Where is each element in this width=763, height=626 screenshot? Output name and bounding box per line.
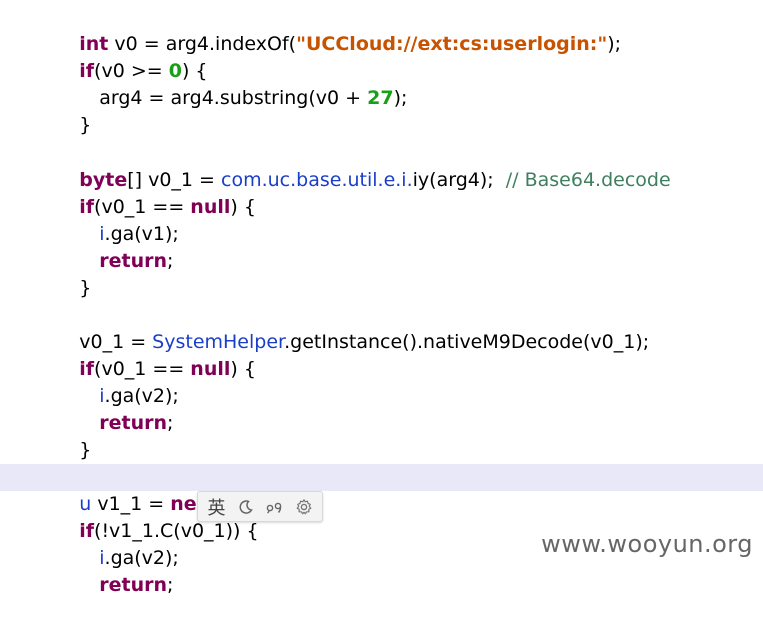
code-line: if(v0_1 == null) {	[0, 329, 763, 380]
code-token: }	[79, 114, 92, 136]
code-line: return;	[0, 383, 763, 434]
code-line: int v0 = arg4.indexOf("UCCloud://ext:cs:…	[0, 4, 763, 55]
code-line: if(v0_1 == null) {	[0, 167, 763, 218]
ime-toolbar: 英	[197, 491, 323, 522]
code-line: if(!v1_1.C(v0_1)) {	[0, 491, 763, 542]
code-line: }	[0, 248, 763, 299]
code-token: }	[79, 439, 92, 461]
code-line: i.ga(v1);	[0, 194, 763, 245]
code-line: }	[0, 410, 763, 461]
code-token: }	[79, 277, 92, 299]
ime-language-toggle[interactable]: 英	[204, 494, 230, 520]
code-line: i.ga(v2);	[0, 356, 763, 407]
code-line: byte[] v0_1 = com.uc.base.util.e.i.iy(ar…	[0, 140, 763, 191]
code-text: return;	[63, 545, 173, 626]
code-line: return;	[0, 221, 763, 272]
code-line-current[interactable]: u v1_1 = new u();	[0, 464, 763, 516]
code-token: ;	[167, 574, 174, 596]
code-line: }	[0, 85, 763, 136]
moon-icon[interactable]	[233, 494, 259, 520]
code-line: arg4 = arg4.substring(v0 + 27);	[0, 58, 763, 109]
punctuation-icon[interactable]	[262, 494, 288, 520]
watermark: www.wooyun.org	[541, 530, 753, 558]
code-line: if(v0 >= 0) {	[0, 31, 763, 82]
keyword-token: return	[99, 574, 168, 596]
settings-gear-icon[interactable]	[291, 494, 317, 520]
code-line: v0_1 = SystemHelper.getInstance().native…	[0, 302, 763, 353]
code-editor[interactable]: int v0 = arg4.indexOf("UCCloud://ext:cs:…	[0, 0, 763, 596]
